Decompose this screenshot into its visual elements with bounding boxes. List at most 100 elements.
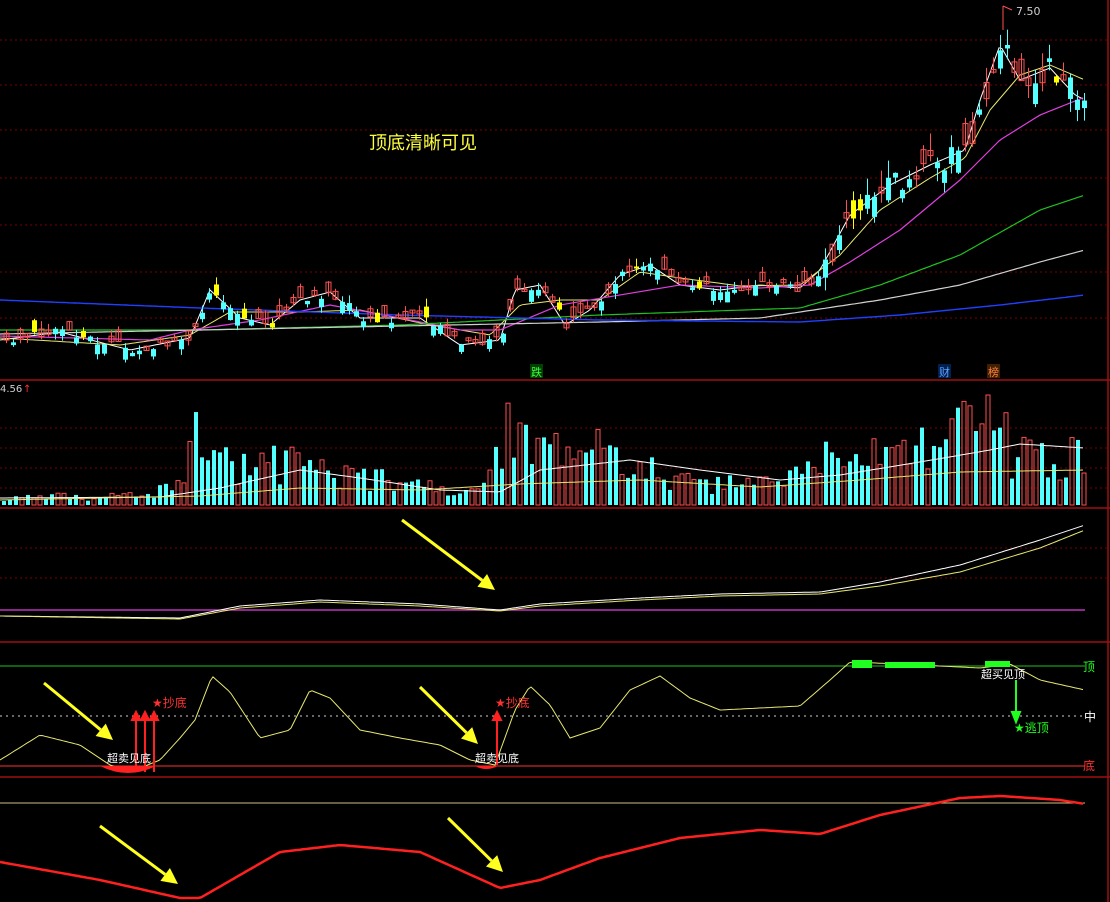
candlestick[interactable]: [45, 323, 52, 337]
candlestick[interactable]: [479, 329, 486, 346]
candlestick[interactable]: [361, 317, 366, 331]
candlestick[interactable]: [675, 271, 682, 284]
candlestick[interactable]: [1068, 73, 1073, 112]
candlestick[interactable]: [242, 302, 247, 319]
candlestick[interactable]: [88, 335, 93, 343]
candlestick[interactable]: [620, 269, 625, 281]
candlestick[interactable]: [703, 271, 710, 285]
candlestick[interactable]: [837, 225, 842, 254]
candlestick[interactable]: [1047, 44, 1052, 71]
candlestick[interactable]: [123, 343, 128, 363]
candlestick[interactable]: [759, 266, 766, 283]
candlestick[interactable]: [347, 295, 352, 315]
candlestick[interactable]: [998, 34, 1003, 75]
candlestick[interactable]: [718, 286, 723, 303]
candlestick[interactable]: [893, 172, 898, 184]
candlestick[interactable]: [389, 317, 394, 332]
candlestick[interactable]: [949, 135, 954, 174]
candlestick[interactable]: [962, 117, 969, 152]
candlestick[interactable]: [711, 288, 716, 305]
candlestick[interactable]: [319, 295, 324, 313]
candlestick[interactable]: [626, 258, 633, 278]
candlestick[interactable]: [990, 57, 997, 74]
candlestick[interactable]: [424, 298, 429, 323]
candlestick[interactable]: [501, 332, 506, 346]
candlestick[interactable]: [661, 254, 668, 271]
candlestick[interactable]: [255, 307, 262, 319]
candlestick[interactable]: [913, 166, 920, 188]
candlestick[interactable]: [865, 178, 870, 215]
candlestick[interactable]: [221, 294, 226, 313]
candlestick[interactable]: [942, 168, 947, 193]
candlestick[interactable]: [599, 299, 604, 316]
candlestick[interactable]: [858, 194, 863, 220]
candlestick[interactable]: [823, 248, 828, 291]
candlestick[interactable]: [459, 343, 464, 355]
candlestick[interactable]: [276, 298, 283, 320]
candlestick[interactable]: [185, 330, 192, 346]
candlestick[interactable]: [851, 191, 856, 229]
candlestick[interactable]: [465, 336, 472, 343]
candlestick[interactable]: [878, 170, 885, 203]
candlestick[interactable]: [249, 314, 254, 327]
candle-body: [599, 301, 604, 311]
candlestick[interactable]: [563, 318, 570, 331]
candlestick[interactable]: [24, 333, 31, 343]
candlestick[interactable]: [60, 326, 65, 341]
candlestick[interactable]: [956, 146, 961, 175]
candlestick[interactable]: [451, 329, 458, 339]
candlestick[interactable]: [297, 283, 304, 299]
candlestick[interactable]: [354, 306, 359, 318]
candlestick[interactable]: [381, 305, 388, 319]
candlestick[interactable]: [753, 280, 758, 297]
candlestick[interactable]: [1018, 53, 1025, 82]
candlestick[interactable]: [66, 320, 73, 331]
candlestick[interactable]: [143, 345, 150, 352]
candlestick[interactable]: [900, 188, 905, 203]
candlestick[interactable]: [151, 347, 156, 360]
candlestick[interactable]: [102, 344, 107, 356]
candlestick[interactable]: [171, 334, 178, 342]
marker-cai[interactable]: 财: [939, 365, 950, 379]
candlestick[interactable]: [557, 297, 562, 312]
candlestick[interactable]: [472, 335, 479, 346]
candlestick[interactable]: [1082, 93, 1087, 121]
candlestick[interactable]: [95, 337, 100, 360]
candlestick[interactable]: [634, 258, 639, 274]
candlestick[interactable]: [1033, 69, 1038, 108]
candlestick[interactable]: [668, 268, 675, 277]
candlestick[interactable]: [32, 318, 37, 335]
stock-chart[interactable]: 7.50 顶底清晰可见 跌 财 榜 4.56 ↑ 顶 中 底 ★抄底 超卖见底 …: [0, 0, 1110, 902]
candlestick[interactable]: [1054, 75, 1059, 86]
candlestick[interactable]: [886, 160, 891, 203]
candlestick[interactable]: [655, 269, 660, 285]
candlestick[interactable]: [130, 350, 135, 357]
candlestick[interactable]: [311, 286, 318, 297]
candlestick[interactable]: [584, 301, 591, 309]
candlestick[interactable]: [697, 277, 702, 290]
candlestick[interactable]: [340, 296, 345, 315]
candlestick[interactable]: [605, 282, 612, 297]
candlestick[interactable]: [431, 325, 436, 338]
candlestick[interactable]: [487, 335, 492, 352]
candlestick[interactable]: [794, 275, 801, 292]
candlestick[interactable]: [207, 288, 212, 303]
candlestick[interactable]: [641, 261, 646, 276]
volume-bar: [1076, 439, 1080, 505]
candlestick[interactable]: [214, 277, 219, 299]
candlestick[interactable]: [325, 281, 332, 297]
candlestick[interactable]: [529, 288, 534, 304]
candlestick[interactable]: [17, 327, 24, 344]
marker-die[interactable]: 跌: [531, 365, 542, 379]
candlestick[interactable]: [927, 133, 934, 162]
candlestick[interactable]: [682, 276, 689, 286]
event-markers[interactable]: 跌 财 榜: [530, 364, 1000, 379]
candlestick[interactable]: [375, 309, 380, 323]
candlestick[interactable]: [11, 339, 16, 347]
marker-bang[interactable]: 榜: [988, 365, 999, 379]
candlestick[interactable]: [1039, 53, 1046, 92]
candlestick[interactable]: [542, 282, 549, 297]
candlestick[interactable]: [305, 300, 310, 308]
candlestick[interactable]: [395, 312, 402, 320]
candlestick[interactable]: [907, 170, 912, 192]
